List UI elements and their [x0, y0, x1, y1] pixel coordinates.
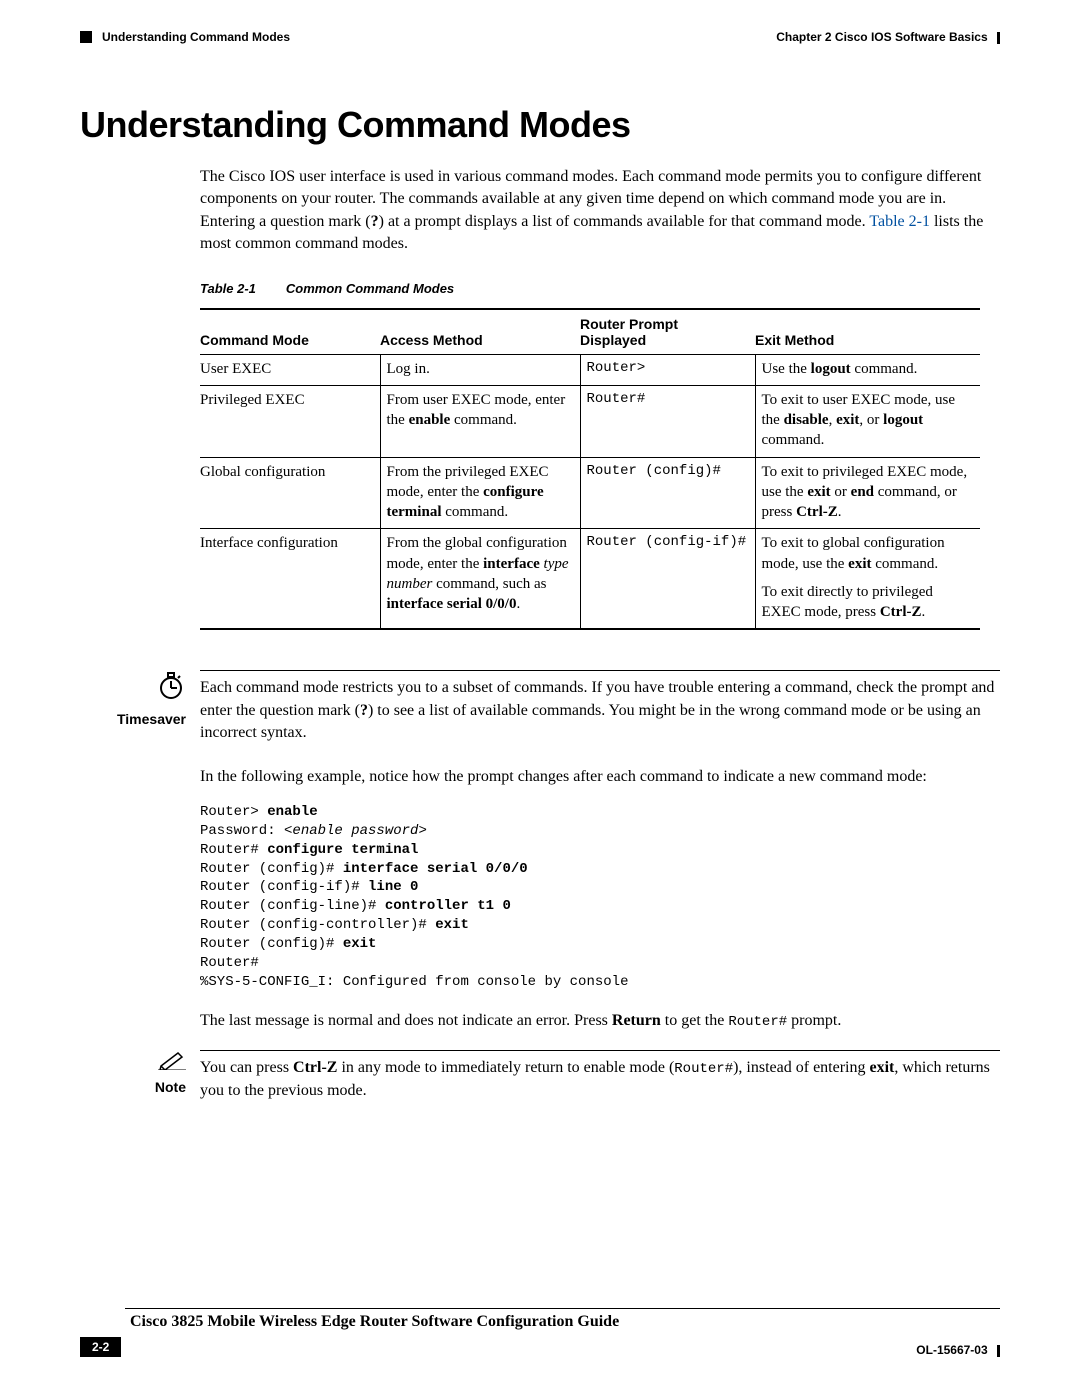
table-row: Interface configurationFrom the global c…	[200, 529, 980, 630]
last-message: The last message is normal and does not …	[200, 1010, 1000, 1033]
stopwatch-icon	[156, 670, 186, 700]
timesaver-label: Timesaver	[80, 711, 186, 727]
table-row: Privileged EXECFrom user EXEC mode, ente…	[200, 385, 980, 457]
footer-title: Cisco 3825 Mobile Wireless Edge Router S…	[130, 1313, 1000, 1331]
page-title: Understanding Command Modes	[80, 104, 1000, 146]
timesaver-text: Each command mode restricts you to a sub…	[200, 670, 1000, 744]
table-row: Global configurationFrom the privileged …	[200, 457, 980, 529]
header-marker-icon	[80, 31, 92, 43]
table-link[interactable]: Table 2-1	[869, 213, 930, 230]
header-section: Understanding Command Modes	[102, 30, 290, 44]
note-block: Note You can press Ctrl-Z in any mode to…	[80, 1050, 1000, 1102]
note-text: You can press Ctrl-Z in any mode to imme…	[200, 1050, 1000, 1102]
code-example: Router> enable Password: <enable passwor…	[200, 803, 1000, 992]
th-access: Access Method	[380, 309, 580, 355]
table-caption: Table 2-1Common Command Modes	[200, 281, 1000, 296]
timesaver-block: Timesaver Each command mode restricts yo…	[80, 670, 1000, 744]
th-prompt: Router Prompt Displayed	[580, 309, 755, 355]
footer-bar-icon	[997, 1345, 1000, 1357]
doc-number: OL-15667-03	[916, 1343, 987, 1357]
th-exit: Exit Method	[755, 309, 980, 355]
th-mode: Command Mode	[200, 309, 380, 355]
example-intro: In the following example, notice how the…	[200, 766, 1000, 788]
intro-paragraph: The Cisco IOS user interface is used in …	[200, 166, 1000, 256]
pencil-icon	[158, 1050, 186, 1070]
page-header: Understanding Command Modes Chapter 2 Ci…	[80, 30, 1000, 44]
note-label: Note	[80, 1079, 186, 1095]
table-row: User EXECLog in.Router>Use the logout co…	[200, 354, 980, 385]
header-bar-icon	[997, 32, 1000, 44]
page-footer: Cisco 3825 Mobile Wireless Edge Router S…	[80, 1308, 1000, 1357]
header-chapter: Chapter 2 Cisco IOS Software Basics	[776, 30, 987, 44]
command-modes-table: Command Mode Access Method Router Prompt…	[200, 308, 980, 631]
page-number: 2-2	[80, 1337, 121, 1357]
